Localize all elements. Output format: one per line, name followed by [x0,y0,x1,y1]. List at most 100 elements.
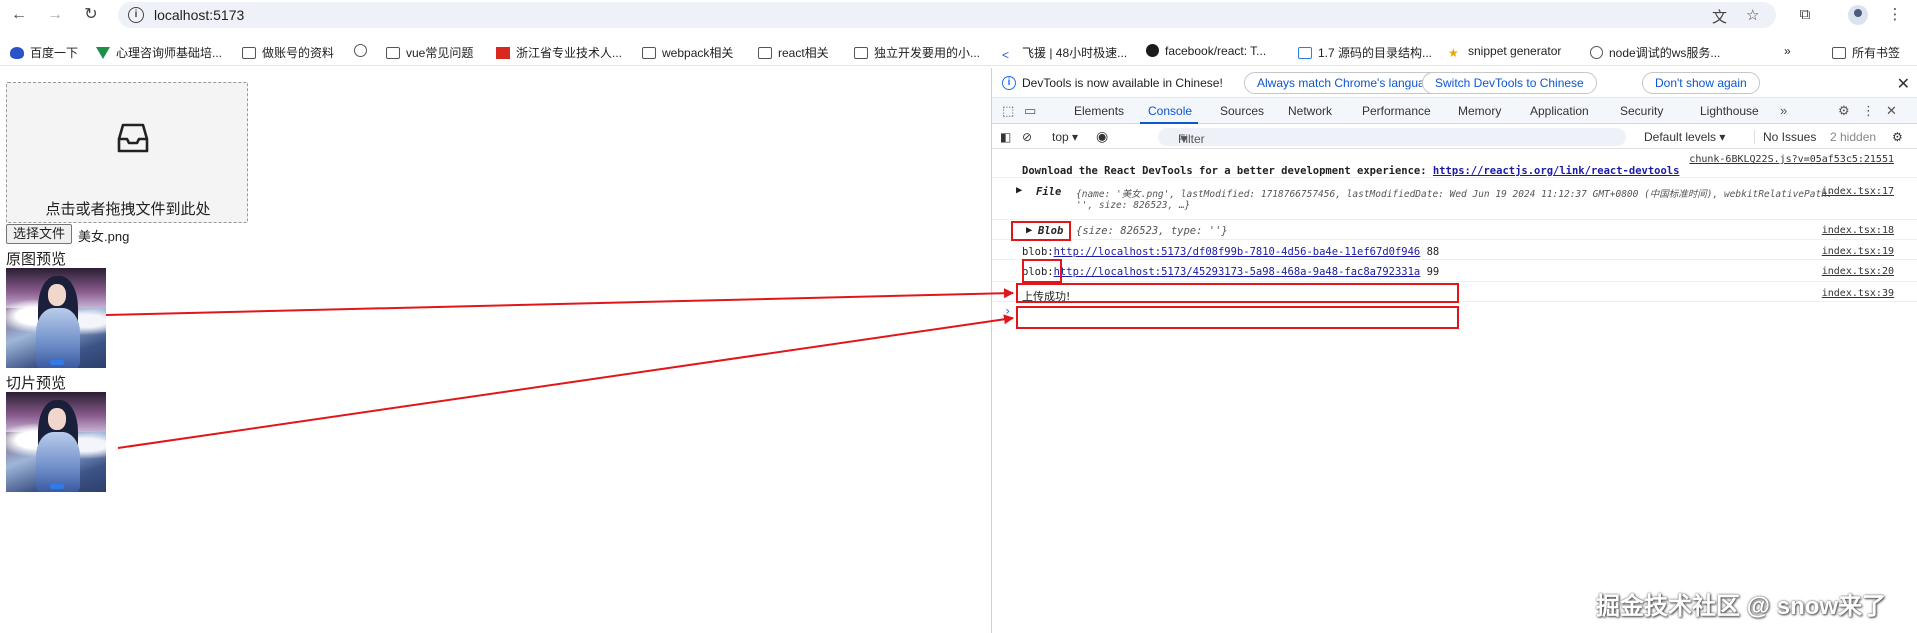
bookmark-feiyuan[interactable]: < 飞援 | 48小时极速... [1002,44,1127,62]
bookmark-account[interactable]: 做账号的资料 [242,44,334,61]
source-link[interactable]: index.tsx:19 [1822,246,1894,257]
clear-console-icon[interactable]: ⊘ [1022,130,1032,144]
upload-dropzone[interactable]: 点击或者拖拽文件到此处 [6,82,248,223]
browser-toolbar: ← → ↻ i localhost:5173 文 ☆ ⧉ ⋮ [0,0,1917,30]
folder-icon [642,47,656,59]
annotation-box-url1 [1016,283,1459,303]
filter-input[interactable]: ▼ Filter [1158,128,1626,146]
issues-button[interactable]: No Issues [1754,130,1816,144]
console-prompt-icon[interactable]: › [1004,304,1011,318]
blob-url-link[interactable]: http://localhost:5173/45293173-5a98-468a… [1054,266,1421,278]
devtools-infobar: i DevTools is now available in Chinese! … [992,68,1917,98]
inspect-icon[interactable]: ⬚ [1002,103,1014,119]
annotation-box-url2 [1016,306,1459,329]
profile-avatar[interactable] [1848,5,1868,25]
bookmark-globe[interactable] [354,44,373,58]
source-link[interactable]: chunk-6BKLQ22S.js?v=05af53c5:21551 [1689,154,1894,165]
globe-icon [1590,46,1603,59]
bookmark-zhejiang[interactable]: 浙江省专业技术人... [496,44,622,61]
console-message-file: index.tsx:17 ▶ File {name: '美女.png', las… [992,180,1917,220]
tab-console[interactable]: Console [1148,104,1192,118]
tab-lighthouse[interactable]: Lighthouse [1700,104,1759,118]
tab-performance[interactable]: Performance [1362,104,1431,118]
bookmark-webpack[interactable]: webpack相关 [642,44,733,61]
bookmark-snippet[interactable]: ★ snippet generator [1448,44,1561,60]
levels-dropdown[interactable]: Default levels ▾ [1644,130,1725,144]
console-output: chunk-6BKLQ22S.js?v=05af53c5:21551 Downl… [992,150,1917,633]
blob-url-link[interactable]: http://localhost:5173/df08f99b-7810-4d56… [1054,246,1421,258]
menu-icon[interactable]: ⋮ [1884,4,1906,26]
tab-application[interactable]: Application [1530,104,1589,118]
bookmark-star-icon[interactable]: ☆ [1746,6,1759,24]
eye-icon[interactable]: ◉ [1096,128,1108,145]
back-icon[interactable]: ← [8,4,30,26]
close-devtools-icon[interactable]: ✕ [1886,103,1897,119]
devtools-tabbar: ⬚ ▭ Elements Console Sources Network Per… [992,98,1917,124]
translate-icon[interactable]: 文 [1712,6,1727,27]
dont-show-again-button[interactable]: Don't show again [1642,72,1760,94]
bookmark-facebook-react[interactable]: facebook/react: T... [1146,44,1266,58]
feiyuan-icon: < [1002,48,1010,62]
settings-gear-icon[interactable]: ⚙ [1838,103,1850,119]
sidebar-toggle-icon[interactable]: ◧ [1000,130,1011,144]
original-preview-image [6,268,106,368]
star-icon: ★ [1448,46,1459,60]
address-bar[interactable]: i localhost:5173 文 ☆ [118,2,1776,28]
console-message-url1: index.tsx:19 blob:http://localhost:5173/… [992,240,1917,260]
bookmark-react[interactable]: react相关 [758,44,829,61]
bookmark-vue-issues[interactable]: vue常见问题 [386,44,473,61]
more-options-icon[interactable]: ⋮ [1862,103,1875,119]
slice-preview-image [6,392,106,492]
slice-preview-label: 切片预览 [6,375,67,392]
chevron-right-icon: » [1784,44,1791,58]
folder-icon [758,47,772,59]
console-message-react: chunk-6BKLQ22S.js?v=05af53c5:21551 Downl… [992,150,1917,178]
folder-icon [1832,47,1846,59]
expand-arrow-icon[interactable]: ▶ [1016,184,1022,196]
tab-memory[interactable]: Memory [1458,104,1501,118]
react-devtools-link[interactable]: https://reactjs.org/link/react-devtools [1433,165,1680,177]
bookmark-psych[interactable]: 心理咨询师基础培... [96,44,222,61]
original-preview-label: 原图预览 [6,251,67,268]
bilibili-icon [1298,47,1312,59]
github-icon [1146,44,1159,57]
site-info-icon[interactable]: i [128,7,144,23]
reload-icon[interactable]: ↻ [80,4,102,26]
extensions-icon[interactable]: ⧉ [1794,4,1816,26]
bookmark-baidu[interactable]: 百度一下 [10,44,78,61]
tab-network[interactable]: Network [1288,104,1332,118]
bookmark-all[interactable]: 所有书签 [1832,44,1900,61]
dropzone-hint: 点击或者拖拽文件到此处 [45,201,211,218]
source-link[interactable]: index.tsx:20 [1822,266,1894,277]
console-settings-icon[interactable]: ⚙ [1892,130,1903,144]
console-toolbar: ◧ ⊘ top ▾ ◉ ▼ Filter Default levels ▾ No… [992,125,1917,149]
annotation-box-file [1011,221,1071,241]
device-toggle-icon[interactable]: ▭ [1024,103,1036,119]
web-page: 点击或者拖拽文件到此处 选择文件 美女.png 原图预览 切片预览 [0,68,990,633]
infobar-message: DevTools is now available in Chinese! [1022,76,1223,90]
red-square-icon [496,47,510,59]
globe-icon [354,44,367,57]
choose-file-button[interactable]: 选择文件 [6,224,73,244]
tab-sources[interactable]: Sources [1220,104,1264,118]
tab-elements[interactable]: Elements [1074,104,1124,118]
context-select[interactable]: top ▾ [1052,130,1078,144]
bookmark-indie[interactable]: 独立开发要用的小... [854,44,980,61]
bookmarks-overflow[interactable]: » [1784,44,1791,58]
tab-security[interactable]: Security [1620,104,1663,118]
close-icon[interactable]: ✕ [1897,74,1910,94]
paw-icon [10,47,24,59]
info-icon: i [1002,76,1016,90]
folder-icon [854,47,868,59]
inbox-icon [117,123,149,153]
bookmark-source-structure[interactable]: 1.7 源码的目录结构... [1298,44,1432,61]
bookmark-node-ws[interactable]: node调试的ws服务... [1590,44,1720,61]
more-tabs-icon[interactable]: » [1780,103,1787,118]
source-link[interactable]: index.tsx:18 [1822,225,1894,236]
source-link[interactable]: index.tsx:39 [1822,288,1894,299]
address-url[interactable]: localhost:5173 [154,7,244,23]
match-language-button[interactable]: Always match Chrome's language [1244,72,1452,94]
annotation-box-blob [1022,259,1062,283]
switch-chinese-button[interactable]: Switch DevTools to Chinese [1422,72,1597,94]
forward-icon[interactable]: → [44,4,66,26]
